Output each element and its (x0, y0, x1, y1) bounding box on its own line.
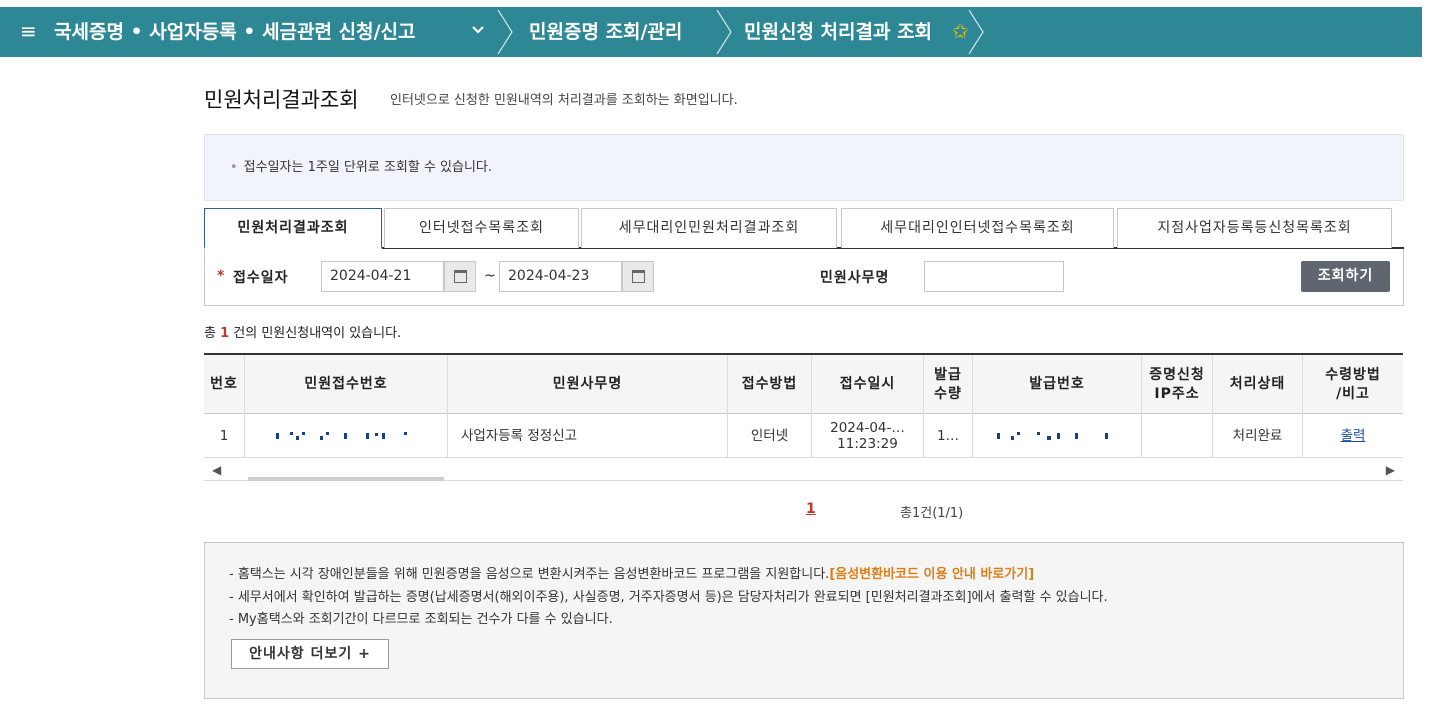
notice-line-3: - My홈택스와 조회기간이 다르므로 조회되는 건수가 다를 수 있습니다. (229, 612, 613, 627)
search-button[interactable]: 조회하기 (1301, 261, 1390, 292)
header-receipt-no: 민원접수번호 (245, 355, 448, 414)
calendar-icon (454, 270, 467, 283)
tab-result-lookup[interactable]: 민원처리결과조회 (204, 208, 382, 249)
breadcrumb-subcategory[interactable]: 민원증명 조회/관리 (529, 20, 682, 44)
breadcrumb-category[interactable]: 국세증명 • 사업자등록 • 세금관련 신청/신고 (54, 20, 415, 44)
bullet-icon: • (230, 160, 238, 175)
tab-bar: 민원처리결과조회 인터넷접수목록조회 세무대리인민원처리결과조회 세무대리인인터… (204, 208, 1404, 249)
header-method: 접수방법 (728, 355, 812, 414)
cell-status: 처리완료 (1213, 414, 1303, 457)
voice-barcode-guide-link[interactable]: [음성변환바코드 이용 안내 바로가기] (829, 567, 1034, 582)
header-date: 접수일시 (812, 355, 924, 414)
cell-date: 2024-04-… 11:23:29 (812, 414, 924, 457)
count-suffix: 건의 민원신청내역이 있습니다. (233, 326, 402, 341)
page-total: 총1건(1/1) (900, 506, 964, 521)
tab-agent-internet-receipt-list[interactable]: 세무대리인인터넷접수목록조회 (841, 208, 1114, 248)
header-status: 처리상태 (1213, 355, 1303, 414)
page-number-current[interactable]: 1 (806, 501, 816, 517)
tab-agent-result-lookup[interactable]: 세무대리인민원처리결과조회 (581, 208, 837, 248)
result-count: 총 1 건의 민원신청내역이 있습니다. (204, 325, 401, 343)
notice-line-1: - 홈택스는 시각 장애인분들을 위해 민원증명을 음성으로 변환시켜주는 음성… (229, 566, 1034, 584)
header-no: 번호 (204, 355, 245, 414)
notice-line-2: - 세무서에서 확인하여 발급하는 증명(납세증명서(해외이주용), 사실증명,… (229, 590, 1108, 605)
scroll-left-icon[interactable]: ◀ (212, 463, 221, 477)
notice-box: - 홈택스는 시각 장애인분들을 위해 민원증명을 음성으로 변환시켜주는 음성… (204, 542, 1404, 699)
header-qty: 발급 수량 (924, 355, 973, 414)
table-header: 번호 민원접수번호 민원사무명 접수방법 접수일시 발급 수량 발급번호 증명신… (204, 353, 1403, 414)
scroll-right-icon[interactable]: ▶ (1386, 463, 1395, 477)
header-service-name: 민원사무명 (448, 355, 728, 414)
cell-method: 인터넷 (728, 414, 812, 457)
cell-qty: 1… (924, 414, 973, 457)
service-name-input[interactable] (924, 261, 1064, 292)
count-prefix: 총 (204, 326, 216, 341)
table-row: 1 사업자등록 정정신고 인터넷 2024-04-… 11:23:29 1… 처… (204, 414, 1403, 458)
page-title: 민원처리결과조회 (204, 88, 359, 112)
hamburger-menu-icon[interactable]: ≡ (20, 19, 37, 43)
cell-no: 1 (204, 414, 245, 457)
breadcrumb-separator-icon (716, 10, 732, 54)
favorite-star-icon[interactable]: ✩ (952, 19, 969, 43)
calendar-to-button[interactable] (622, 261, 654, 292)
notice-line-1-text: - 홈택스는 시각 장애인분들을 위해 민원증명을 음성으로 변환시켜주는 음성… (229, 567, 830, 582)
required-mark: * (217, 268, 225, 284)
header-issue-no: 발급번호 (973, 355, 1142, 414)
tab-internet-receipt-list[interactable]: 인터넷접수목록조회 (384, 208, 579, 248)
date-range-separator: ~ (484, 268, 496, 284)
receipt-date-label: 접수일자 (233, 270, 289, 286)
cell-issue-no-masked (973, 414, 1142, 457)
top-nav-bar: ≡ 국세증명 • 사업자등록 • 세금관련 신청/신고 민원증명 조회/관리 민… (0, 7, 1431, 57)
more-notice-button[interactable]: 안내사항 더보기 + (231, 639, 389, 669)
date-to-input[interactable]: 2024-04-23 (499, 261, 622, 292)
cell-service-name: 사업자등록 정정신고 (448, 414, 728, 457)
header-ip: 증명신청 IP주소 (1142, 355, 1213, 414)
calendar-icon (632, 270, 645, 283)
print-link[interactable]: 출력 (1341, 428, 1366, 444)
info-box: • 접수일자는 1주일 단위로 조회할 수 있습니다. (204, 134, 1404, 201)
info-text: • 접수일자는 1주일 단위로 조회할 수 있습니다. (230, 159, 492, 177)
table-horizontal-scrollbar[interactable]: ◀ ▶ (204, 459, 1403, 481)
breadcrumb-separator-icon (497, 10, 513, 54)
cell-receive: 출력 (1303, 414, 1403, 457)
cell-ip (1142, 414, 1213, 457)
date-from-input[interactable]: 2024-04-21 (321, 261, 444, 292)
page-description: 인터넷으로 신청한 민원내역의 처리결과를 조회하는 화면입니다. (390, 93, 738, 108)
cell-date-time: 11:23:29 (837, 435, 898, 452)
cell-receipt-no-masked (245, 414, 448, 457)
service-name-label: 민원사무명 (820, 270, 890, 286)
scrollbar-thumb[interactable] (248, 477, 444, 481)
cell-date-day: 2024-04-… (830, 419, 905, 436)
info-text-content: 접수일자는 1주일 단위로 조회할 수 있습니다. (243, 160, 493, 175)
masked-value (276, 431, 416, 441)
count-value: 1 (220, 326, 230, 341)
search-form: * 접수일자 2024-04-21 ~ 2024-04-23 민원사무명 조회하… (204, 249, 1404, 306)
chevron-down-icon[interactable] (470, 22, 486, 43)
calendar-from-button[interactable] (444, 261, 476, 292)
breadcrumb-separator-icon (968, 10, 984, 54)
tab-branch-registration-list[interactable]: 지점사업자등록등신청목록조회 (1117, 208, 1392, 248)
breadcrumb-current-page[interactable]: 민원신청 처리결과 조회 (744, 20, 932, 44)
header-receive: 수령방법 /비고 (1325, 366, 1381, 402)
nav-endcap (1422, 7, 1431, 57)
